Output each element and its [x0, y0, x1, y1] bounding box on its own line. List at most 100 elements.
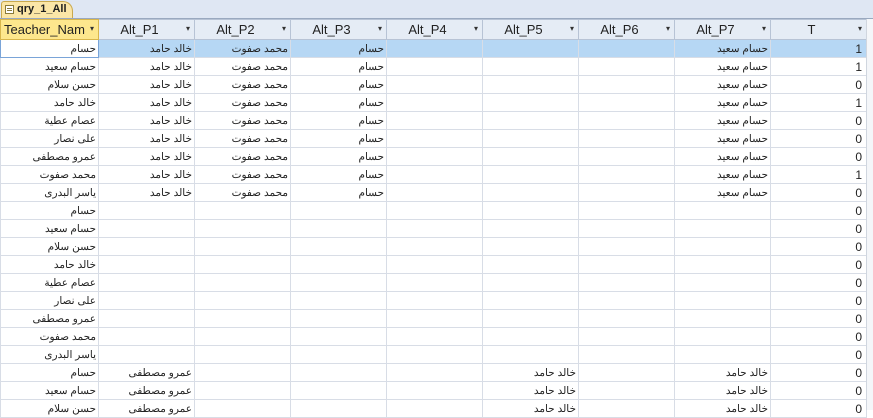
cell[interactable]	[386, 165, 483, 184]
cell[interactable]: خالد حامد	[98, 183, 195, 202]
cell[interactable]: خالد حامد	[482, 399, 579, 418]
cell[interactable]	[194, 363, 291, 382]
cell[interactable]: ياسر البدرى	[0, 183, 99, 202]
cell[interactable]: 0	[770, 327, 867, 346]
cell[interactable]: محمد صفوت	[0, 327, 99, 346]
table-row[interactable]: حسام سعيد خالد حامد محمد صفوت حسام حسام سعيد…	[0, 57, 867, 76]
cell[interactable]	[578, 201, 675, 220]
cell[interactable]	[386, 111, 483, 130]
cell[interactable]	[386, 147, 483, 166]
cell[interactable]: 0	[770, 309, 867, 328]
cell[interactable]: حسام سعيد	[674, 183, 771, 202]
cell[interactable]: حسام سعيد	[674, 147, 771, 166]
dropdown-arrow-icon[interactable]: ▾	[378, 24, 382, 33]
cell[interactable]: 1	[770, 93, 867, 112]
cell[interactable]	[194, 237, 291, 256]
cell[interactable]: 0	[770, 147, 867, 166]
cell[interactable]: خالد حامد	[98, 57, 195, 76]
cell[interactable]: خالد حامد	[674, 381, 771, 400]
table-row[interactable]: ياسر البدرى خالد حامد محمد صفوت حسام حسام سع…	[0, 183, 867, 202]
cell[interactable]	[578, 291, 675, 310]
cell[interactable]	[194, 291, 291, 310]
table-row[interactable]: حسام خالد حامد محمد صفوت حسام حسام سعيد 1	[0, 39, 867, 58]
cell[interactable]: خالد حامد	[98, 39, 195, 58]
cell[interactable]: 0	[770, 381, 867, 400]
cell[interactable]	[194, 309, 291, 328]
cell[interactable]	[674, 309, 771, 328]
cell[interactable]	[482, 57, 579, 76]
cell[interactable]	[386, 309, 483, 328]
cell[interactable]: خالد حامد	[98, 165, 195, 184]
cell[interactable]	[578, 273, 675, 292]
cell[interactable]	[98, 201, 195, 220]
table-row[interactable]: عمرو مصطفى خالد حامد محمد صفوت حسام حسام سعي…	[0, 147, 867, 166]
cell[interactable]: 0	[770, 291, 867, 310]
query-tab[interactable]: qry_1_All	[1, 1, 73, 18]
cell[interactable]	[482, 327, 579, 346]
dropdown-arrow-icon[interactable]: ▾	[762, 24, 766, 33]
cell[interactable]	[482, 237, 579, 256]
cell[interactable]	[290, 327, 387, 346]
cell[interactable]	[98, 219, 195, 238]
cell[interactable]: حسام	[0, 201, 99, 220]
cell[interactable]	[482, 147, 579, 166]
column-header-alt-p2[interactable]: Alt_P2 ▾	[194, 19, 291, 40]
cell[interactable]	[98, 291, 195, 310]
cell[interactable]	[674, 201, 771, 220]
table-row[interactable]: عمرو مصطفى 0	[0, 309, 867, 328]
cell[interactable]	[98, 255, 195, 274]
cell[interactable]	[578, 399, 675, 418]
cell[interactable]	[386, 237, 483, 256]
cell[interactable]: حسن سلام	[0, 75, 99, 94]
cell[interactable]	[482, 39, 579, 58]
cell[interactable]: ياسر البدرى	[0, 345, 99, 364]
cell[interactable]	[386, 273, 483, 292]
cell[interactable]: على نصار	[0, 129, 99, 148]
cell[interactable]	[482, 345, 579, 364]
cell[interactable]	[674, 219, 771, 238]
table-row[interactable]: عصام عطية 0	[0, 273, 867, 292]
cell[interactable]	[290, 345, 387, 364]
cell[interactable]	[386, 57, 483, 76]
cell[interactable]	[578, 381, 675, 400]
cell[interactable]	[290, 273, 387, 292]
cell[interactable]	[290, 255, 387, 274]
cell[interactable]: 0	[770, 111, 867, 130]
cell[interactable]	[674, 345, 771, 364]
cell[interactable]	[578, 237, 675, 256]
cell[interactable]	[482, 201, 579, 220]
cell[interactable]	[98, 273, 195, 292]
cell[interactable]: 0	[770, 345, 867, 364]
cell[interactable]: محمد صفوت	[194, 93, 291, 112]
cell[interactable]	[482, 75, 579, 94]
table-row[interactable]: على نصار 0	[0, 291, 867, 310]
cell[interactable]	[482, 93, 579, 112]
cell[interactable]: عمرو مصطفى	[98, 363, 195, 382]
cell[interactable]: 0	[770, 75, 867, 94]
cell[interactable]: حسام	[290, 129, 387, 148]
cell[interactable]: خالد حامد	[482, 381, 579, 400]
cell[interactable]	[674, 237, 771, 256]
column-header-alt-p7[interactable]: Alt_P7 ▾	[674, 19, 771, 40]
cell[interactable]: خالد حامد	[482, 363, 579, 382]
table-row[interactable]: حسام 0	[0, 201, 867, 220]
cell[interactable]: حسام سعيد	[674, 57, 771, 76]
column-header-teacher-name[interactable]: Teacher_Nam ▾	[0, 19, 99, 40]
cell[interactable]	[578, 219, 675, 238]
cell[interactable]	[482, 111, 579, 130]
cell[interactable]	[482, 255, 579, 274]
cell[interactable]	[578, 147, 675, 166]
cell[interactable]	[386, 399, 483, 418]
cell[interactable]: خالد حامد	[0, 255, 99, 274]
cell[interactable]	[674, 273, 771, 292]
cell[interactable]	[578, 309, 675, 328]
cell[interactable]: 0	[770, 399, 867, 418]
cell[interactable]: خالد حامد	[98, 129, 195, 148]
table-row[interactable]: حسام سعيد عمرو مصطفى خالد حامد خالد حامد 0	[0, 381, 867, 400]
cell[interactable]: خالد حامد	[98, 75, 195, 94]
cell[interactable]: 0	[770, 183, 867, 202]
column-header-t[interactable]: T ▾	[770, 19, 867, 40]
cell[interactable]: على نصار	[0, 291, 99, 310]
dropdown-arrow-icon[interactable]: ▾	[858, 24, 862, 33]
cell[interactable]	[386, 201, 483, 220]
